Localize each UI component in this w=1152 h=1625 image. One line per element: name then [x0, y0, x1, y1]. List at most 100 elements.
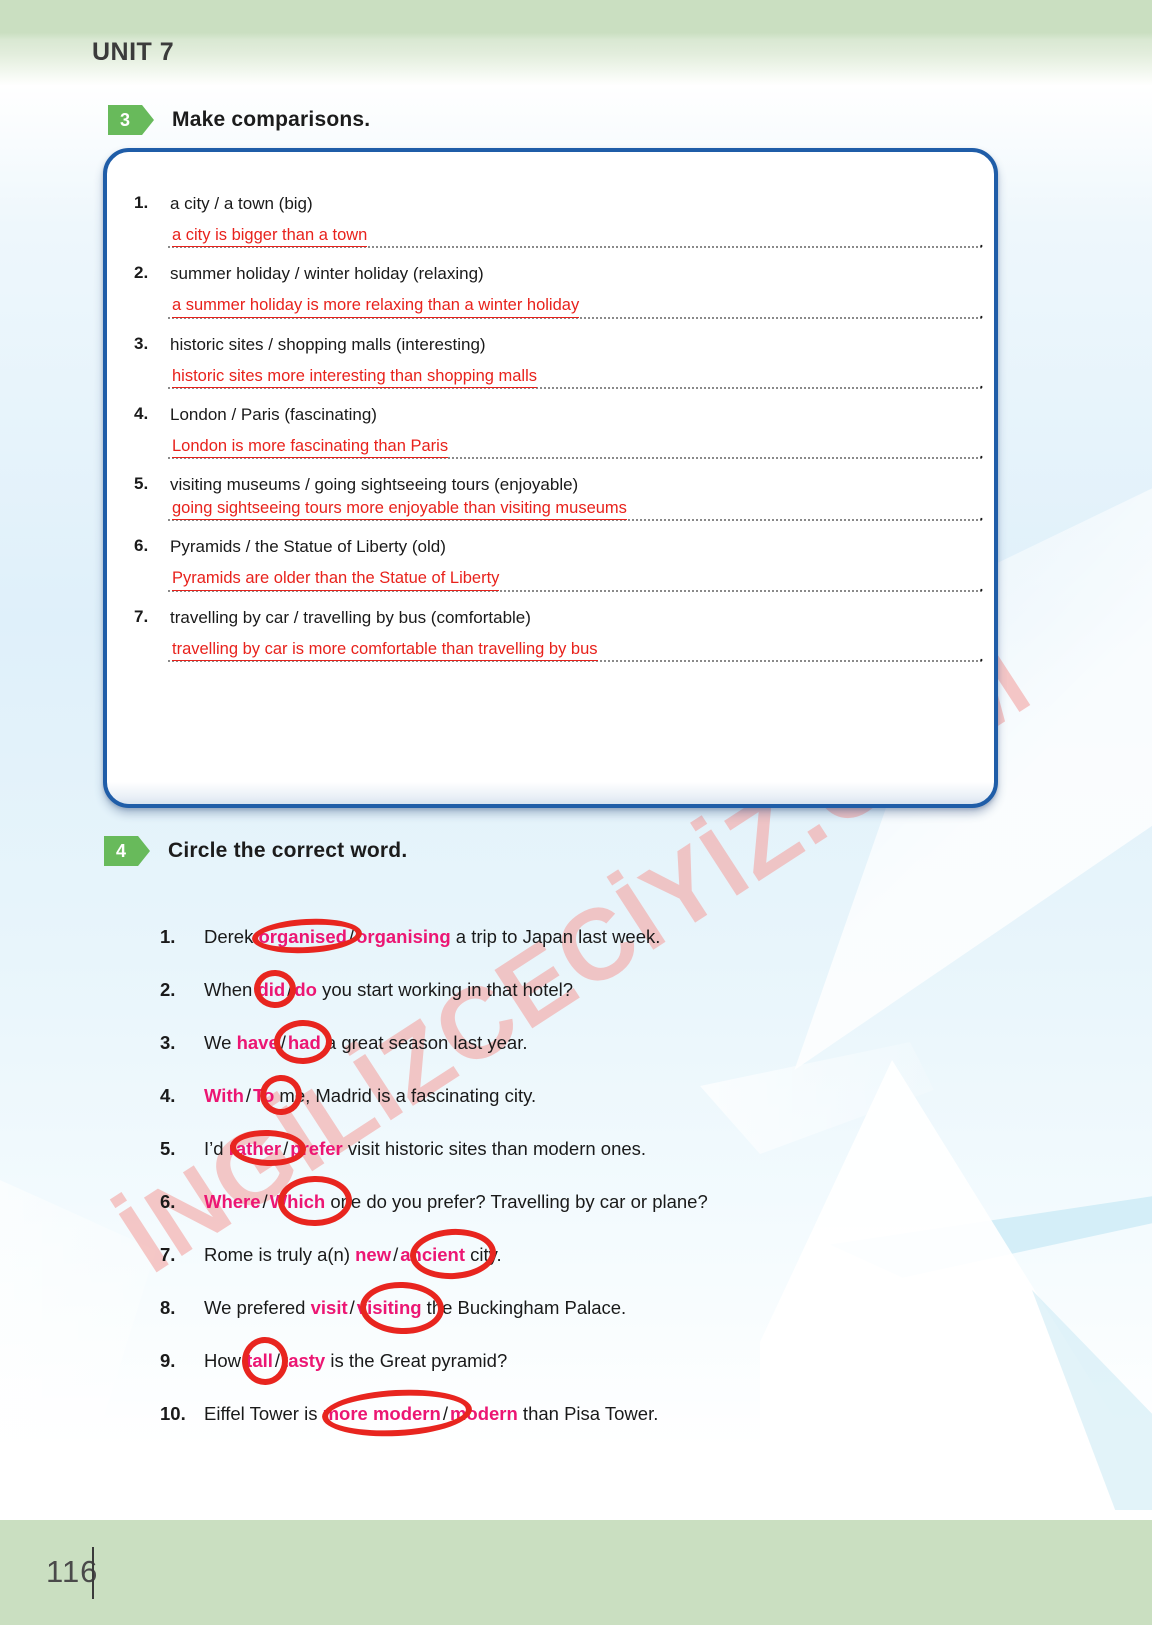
item-sentence: With / To me, Madrid is a fascinating city…	[204, 1073, 537, 1117]
option-a[interactable]: visit	[311, 1297, 348, 1318]
list-item: 5. I’d rather / prefer visit historic site…	[160, 1128, 990, 1190]
item-sentence: Derek organised / organising a trip to Jap…	[204, 916, 661, 956]
item-number: 4.	[160, 1085, 176, 1106]
option-separator: /	[348, 926, 355, 947]
sentence-before: We	[204, 1032, 237, 1053]
item-sentence: I’d rather / prefer visit historic sites t…	[204, 1128, 646, 1168]
item-sentence: We have / had a great season last year.	[204, 1019, 528, 1065]
option-separator: /	[287, 979, 293, 1000]
option-a[interactable]: rather	[229, 1138, 281, 1159]
option-b[interactable]: modern	[450, 1403, 518, 1424]
sentence-after: a great season last year.	[320, 1032, 528, 1053]
option-b[interactable]: had	[288, 1032, 321, 1053]
item-prompt: a city / a town (big)	[170, 194, 313, 213]
sentence-after: than Pisa Tower.	[517, 1403, 659, 1424]
item-number: 2.	[160, 979, 176, 1000]
option-b[interactable]: organising	[356, 926, 451, 947]
item-sentence: Eiffel Tower is more modern / modern than …	[204, 1386, 659, 1440]
sentence-after: you start working in that hotel?	[316, 979, 574, 1000]
sentence-before: Derek	[204, 926, 259, 947]
list-item: 2. When did / do you start working in that…	[160, 969, 990, 1031]
sentence-after: me, Madrid is a fascinating city.	[274, 1085, 537, 1106]
list-item: 6. Pyramids / the Statue of Liberty (old…	[134, 536, 984, 601]
item-number: 8.	[160, 1297, 176, 1318]
list-item: 4. With / To me, Madrid is a fascinating c…	[160, 1073, 990, 1137]
list-item: 8. We prefered visit / visiting the Buckin…	[160, 1280, 990, 1349]
end-period: .	[978, 504, 984, 526]
list-item: 6. Where / Which one do you prefer? Travel…	[160, 1175, 990, 1243]
page-footer-band	[0, 1520, 1152, 1625]
end-period: .	[978, 301, 984, 323]
item-number: 4.	[134, 403, 149, 423]
sentence-after: city.	[465, 1244, 502, 1265]
option-a[interactable]: new	[355, 1244, 391, 1265]
item-number: 1.	[160, 926, 176, 947]
answer-text: London is more fascinating than Paris	[172, 437, 449, 458]
sentence-after: a trip to Japan last week.	[450, 926, 661, 947]
item-prompt: Pyramids / the Statue of Liberty (old)	[170, 537, 446, 557]
option-separator: /	[442, 1403, 448, 1424]
answer-row[interactable]: historic sites more interesting than sho…	[134, 358, 984, 398]
answer-row[interactable]: a city is bigger than a town .	[134, 217, 984, 257]
end-period: .	[978, 574, 984, 596]
option-separator: /	[262, 1191, 268, 1212]
list-item: 7. travelling by car / travelling by bus…	[134, 606, 984, 671]
item-number: 6.	[134, 536, 149, 556]
sentence-after: the Buckingham Palace.	[421, 1297, 627, 1318]
end-period: .	[978, 442, 984, 463]
end-period: .	[978, 231, 984, 253]
sentence-after: is the Great pyramid?	[325, 1350, 508, 1371]
answer-row[interactable]: London is more fascinating than Paris .	[134, 428, 984, 468]
option-a[interactable]: tall	[246, 1350, 273, 1371]
item-number: 2.	[134, 263, 149, 283]
item-number: 5.	[134, 474, 149, 493]
option-b[interactable]: To	[253, 1085, 274, 1106]
option-b[interactable]: prefer	[290, 1138, 342, 1159]
option-b[interactable]: tasty	[282, 1350, 325, 1371]
option-separator: /	[349, 1297, 355, 1318]
item-number: 5.	[160, 1138, 176, 1159]
option-a[interactable]: organised	[259, 926, 347, 947]
option-a[interactable]: Where	[204, 1191, 261, 1212]
option-b[interactable]: visiting	[357, 1297, 422, 1318]
item-number: 1.	[134, 193, 149, 212]
answer-row[interactable]: Pyramids are older than the Statue of Li…	[134, 561, 984, 601]
list-item: 9. How tall / tasty is the Great pyramid?	[160, 1336, 990, 1402]
sentence-before: How	[204, 1350, 247, 1371]
item-sentence: When did / do you start working in that ho…	[204, 969, 574, 1009]
exercise-3-heading: 3 Make comparisons.	[108, 105, 370, 135]
exercise-4-heading: 4 Circle the correct word.	[104, 836, 407, 866]
option-a[interactable]: did	[257, 979, 285, 1000]
option-b[interactable]: do	[294, 979, 317, 1000]
answer-row[interactable]: a summer holiday is more relaxing than a…	[134, 288, 984, 328]
page-number-divider	[92, 1547, 94, 1599]
worksheet-page: UNIT 7 İNGİLİZCECİYİZ.COM 3 Make compari…	[0, 0, 1152, 1625]
item-prompt: London / Paris (fascinating)	[170, 404, 377, 424]
answer-row[interactable]: travelling by car is more comfortable th…	[134, 631, 984, 671]
option-a[interactable]: With	[204, 1085, 244, 1106]
item-number: 3.	[160, 1032, 176, 1053]
list-item: 7. Rome is truly a(n) new / ancient city.	[160, 1226, 990, 1296]
list-item: 1. Derek organised / organising a trip to …	[160, 916, 990, 978]
answer-text: travelling by car is more comfortable th…	[172, 640, 598, 661]
answer-row[interactable]: going sightseeing tours more enjoyable t…	[134, 494, 984, 530]
option-a[interactable]: have	[237, 1032, 279, 1053]
item-sentence: We prefered visit / visiting the Buckingha…	[204, 1280, 627, 1336]
list-item: 2. summer holiday / winter holiday (rela…	[134, 263, 984, 328]
option-b[interactable]: ancient	[400, 1244, 465, 1265]
option-separator: /	[283, 1138, 289, 1159]
option-a[interactable]: more modern	[323, 1403, 441, 1424]
item-number: 7.	[134, 606, 149, 626]
list-item: 3. historic sites / shopping malls (inte…	[134, 334, 984, 398]
item-number: 9.	[160, 1350, 176, 1371]
option-separator: /	[274, 1350, 281, 1371]
answer-text: historic sites more interesting than sho…	[172, 367, 538, 388]
list-item: 4. London / Paris (fascinating) London i…	[134, 403, 984, 468]
option-b[interactable]: Which	[270, 1191, 326, 1212]
answer-text: going sightseeing tours more enjoyable t…	[172, 499, 627, 521]
list-item: 1. a city / a town (big) a city is bigge…	[134, 193, 984, 257]
exercise-4-title: Circle the correct word.	[168, 839, 408, 862]
list-item: 10. Eiffel Tower is more modern / modern t…	[160, 1386, 990, 1455]
item-prompt: summer holiday / winter holiday (relaxin…	[170, 264, 484, 284]
item-prompt: historic sites / shopping malls (interes…	[170, 334, 486, 354]
